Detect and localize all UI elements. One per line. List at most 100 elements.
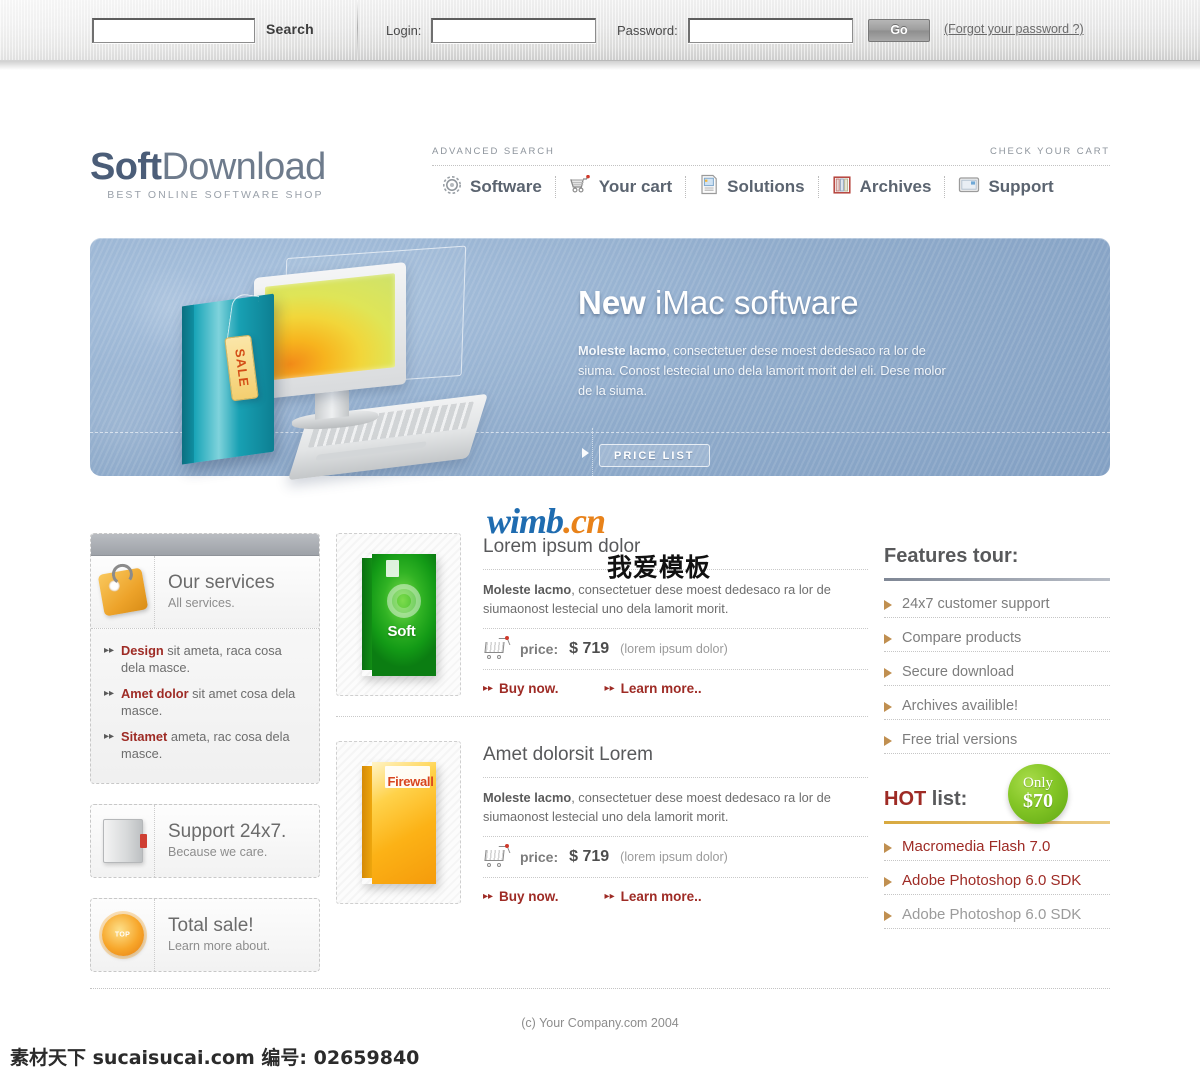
box-front: Soft — [371, 553, 436, 676]
list-item[interactable]: ▸▸ Design sit ameta, raca cosa dela masc… — [104, 642, 307, 676]
banner-cta-divider — [592, 428, 593, 478]
panel-header: TOP Total sale! Learn more about. — [91, 899, 319, 971]
nav-divider — [432, 165, 1110, 166]
watermark-wimb-tld: .cn — [563, 501, 606, 541]
hot-list-item[interactable]: Adobe Photoshop 6.0 SDK — [884, 872, 1110, 895]
nav-item-your-cart[interactable]: Your cart — [556, 174, 685, 200]
nav-label: Your cart — [598, 177, 673, 196]
logo-bold-part: Soft — [90, 146, 162, 188]
banner-artwork: SALE — [160, 245, 580, 481]
logo-tagline: BEST ONLINE SOFTWARE SHOP — [107, 189, 324, 201]
nav-item-software[interactable]: Software — [432, 175, 555, 200]
badge-line-1: Only — [1023, 775, 1053, 791]
logo-wordmark: SoftDownload — [90, 148, 326, 186]
product-separator — [336, 716, 868, 717]
nav-item-archives[interactable]: Archives — [819, 175, 945, 200]
arrow-icon — [884, 600, 892, 610]
monitor-art — [254, 262, 406, 400]
list-item[interactable]: ▸▸ Sitamet ameta, rac cosa dela masce. — [104, 728, 307, 762]
product-title[interactable]: Amet dolorsit Lorem — [483, 743, 868, 767]
double-arrow-icon: ▸▸ — [604, 891, 615, 902]
watermark-chinese: 我爱模板 — [607, 553, 712, 582]
arrow-icon — [884, 843, 892, 853]
divider — [483, 877, 868, 878]
sunburst-badge-text: TOP — [114, 931, 131, 939]
nav-utility-row: ADVANCED SEARCH CHECK YOUR CART — [432, 146, 1110, 160]
site-logo[interactable]: SoftDownload BEST ONLINE SOFTWARE SHOP — [90, 148, 326, 201]
box-title: Firewall — [387, 773, 434, 789]
list-item-strong: Sitamet — [121, 729, 168, 744]
box-title: Soft — [387, 622, 416, 640]
product-box-image[interactable]: Soft — [336, 533, 461, 696]
buy-now-link[interactable]: ▸▸ Buy now. — [483, 889, 559, 904]
learn-more-link[interactable]: ▸▸ Learn more.. — [605, 889, 702, 904]
list-item-strong: Amet dolor — [121, 686, 189, 701]
password-input[interactable] — [688, 18, 853, 43]
price-label: price: — [520, 641, 559, 657]
feature-label: Archives availible! — [902, 698, 1019, 714]
double-arrow-icon: ▸▸ — [604, 683, 615, 694]
hot-underline — [884, 821, 1110, 824]
double-arrow-icon: ▸▸ — [483, 683, 494, 694]
go-button[interactable]: Go — [868, 19, 930, 42]
hot-item-label: Adobe Photoshop 6.0 SDK — [902, 872, 1082, 889]
feature-item[interactable]: Compare products — [884, 629, 1110, 652]
arrow-icon — [884, 877, 892, 887]
feature-item[interactable]: Secure download — [884, 663, 1110, 686]
cart-icon — [569, 174, 591, 200]
panel-header: Our services All services. — [91, 556, 319, 629]
feature-label: Free trial versions — [902, 732, 1018, 748]
banner-description-lead: Moleste lacmo — [578, 343, 667, 358]
double-arrow-icon: ▸▸ — [483, 891, 494, 902]
divider — [483, 836, 868, 837]
logo-light-part: Download — [161, 146, 326, 188]
support-panel[interactable]: Support 24x7. Because we care. — [90, 804, 320, 878]
feature-item[interactable]: Free trial versions — [884, 731, 1110, 754]
right-sidebar: Features tour: 24x7 customer support Com… — [884, 545, 1110, 940]
left-sidebar: Our services All services. ▸▸ Design sit… — [90, 533, 320, 988]
search-button[interactable]: Search — [266, 21, 314, 37]
product-box-image[interactable]: Firewall — [336, 741, 461, 904]
price-value: $ 719 — [569, 640, 610, 657]
sunburst-icon: TOP — [91, 899, 155, 971]
login-input[interactable] — [431, 18, 596, 43]
price-value: $ 719 — [569, 848, 610, 865]
product-price-row: price: $ 719 (lorem ipsum dolor) — [483, 844, 868, 867]
arrow-icon — [884, 668, 892, 678]
main-navigation: ADVANCED SEARCH CHECK YOUR CART Software — [432, 146, 1110, 200]
hot-list-item[interactable]: Adobe Photoshop 6.0 SDK — [884, 906, 1110, 929]
sale-tag-label: SALE — [231, 347, 252, 389]
hot-accent: HOT — [884, 788, 927, 810]
panel-title: Total sale! — [168, 915, 254, 936]
nav-item-support[interactable]: Support — [945, 176, 1066, 199]
total-sale-panel[interactable]: TOP Total sale! Learn more about. — [90, 898, 320, 972]
nav-item-solutions[interactable]: Solutions — [686, 174, 817, 200]
list-item[interactable]: ▸▸ Amet dolor sit amet cosa dela masce. — [104, 685, 307, 719]
hot-item-label: Adobe Photoshop 6.0 SDK — [902, 906, 1082, 923]
feature-item[interactable]: Archives availible! — [884, 697, 1110, 720]
product-actions: ▸▸ Buy now. ▸▸ Learn more.. — [483, 889, 868, 904]
cart-icon — [483, 636, 511, 659]
arrow-icon — [884, 911, 892, 921]
check-your-cart-link[interactable]: CHECK YOUR CART — [990, 146, 1110, 157]
forgot-password-link[interactable]: (Forgot your password ?) — [944, 22, 1084, 36]
price-list-button[interactable]: PRICE LIST — [599, 444, 710, 467]
software-box-spine — [182, 304, 194, 465]
double-arrow-icon: ▸▸ — [104, 645, 115, 656]
buy-now-link[interactable]: ▸▸ Buy now. — [483, 681, 559, 696]
monitor-screen — [265, 273, 395, 381]
hot-list-item[interactable]: Macromedia Flash 7.0 — [884, 838, 1110, 861]
divider — [483, 669, 868, 670]
feature-label: Compare products — [902, 630, 1022, 646]
product-list: Soft Lorem ipsum dolor Moleste lacmo, co… — [336, 533, 868, 920]
hot-rest: list: — [926, 788, 968, 810]
box-logo-badge — [385, 559, 399, 577]
advanced-search-link[interactable]: ADVANCED SEARCH — [432, 146, 555, 157]
our-services-panel[interactable]: Our services All services. ▸▸ Design sit… — [90, 533, 320, 784]
search-input[interactable] — [92, 18, 255, 43]
product-description: Moleste lacmo, consectetuer dese moest d… — [483, 788, 868, 826]
feature-item[interactable]: 24x7 customer support — [884, 595, 1110, 618]
arrow-icon — [884, 702, 892, 712]
learn-more-link[interactable]: ▸▸ Learn more.. — [605, 681, 702, 696]
banner-title-light: iMac software — [655, 284, 859, 321]
